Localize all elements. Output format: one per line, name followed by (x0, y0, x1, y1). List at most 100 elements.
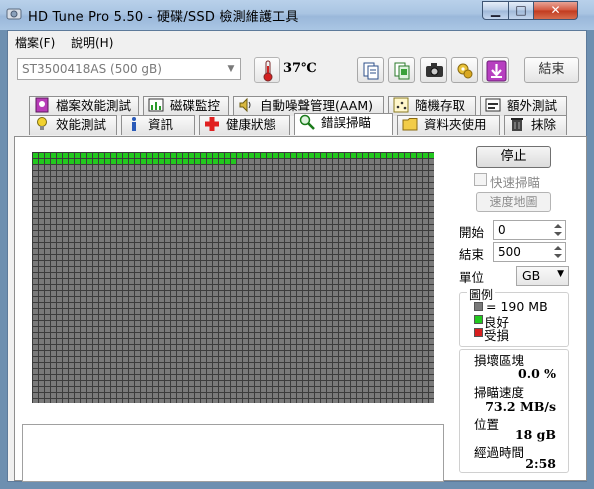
block-unscanned (165, 177, 170, 182)
block-unscanned (309, 309, 314, 314)
tab-extra-tests[interactable]: 額外測試 (480, 96, 567, 116)
tab-erase[interactable]: 抹除 (504, 115, 567, 135)
tab-info[interactable]: 資訊 (121, 115, 195, 135)
block-unscanned (393, 159, 398, 164)
block-unscanned (171, 171, 176, 176)
block-unscanned (63, 363, 68, 368)
speed-map-button[interactable]: 速度地圖 (476, 192, 551, 212)
block-unscanned (81, 171, 86, 176)
block-unscanned (303, 393, 308, 398)
quick-scan-checkbox[interactable] (474, 173, 487, 186)
menu-file[interactable]: 檔案(F) (15, 34, 55, 51)
block-unscanned (81, 213, 86, 218)
block-unscanned (381, 255, 386, 260)
block-unscanned (417, 261, 422, 266)
block-unscanned (129, 351, 134, 356)
tab-benchmark[interactable]: 效能測試 (29, 115, 117, 135)
block-unscanned (117, 183, 122, 188)
block-unscanned (45, 333, 50, 338)
exit-button[interactable]: 結束 (524, 57, 579, 83)
block-unscanned (183, 219, 188, 224)
block-unscanned (135, 399, 140, 403)
block-unscanned (189, 399, 194, 403)
block-unscanned (189, 207, 194, 212)
copy-screenshot-button[interactable] (388, 57, 415, 83)
save-button[interactable] (482, 57, 509, 83)
block-unscanned (279, 279, 284, 284)
block-unscanned (99, 381, 104, 386)
tab-random-access[interactable]: 隨機存取 (388, 96, 476, 116)
block-unscanned (315, 201, 320, 206)
tab-folder-usage[interactable]: 資料夾使用 (397, 115, 500, 135)
block-unscanned (333, 225, 338, 230)
chevron-down-icon[interactable]: ▼ (222, 59, 240, 79)
block-unscanned (201, 399, 206, 403)
block-unscanned (363, 231, 368, 236)
block-good (189, 159, 194, 164)
block-unscanned (327, 297, 332, 302)
block-unscanned (219, 393, 224, 398)
stop-button[interactable]: 停止 (476, 146, 551, 168)
block-unscanned (45, 321, 50, 326)
drive-select[interactable]: ST3500418AS (500 gB) (17, 58, 241, 80)
block-unscanned (429, 159, 434, 164)
thermometer-button[interactable] (254, 57, 280, 83)
close-button[interactable]: ✕ (533, 1, 578, 20)
block-unscanned (291, 369, 296, 374)
screenshot-button[interactable] (420, 57, 447, 83)
copy-text-button[interactable] (357, 57, 384, 83)
copy-text-icon (363, 62, 379, 80)
block-unscanned (165, 321, 170, 326)
block-unscanned (219, 267, 224, 272)
block-unscanned (63, 309, 68, 314)
block-unscanned (273, 261, 278, 266)
block-unscanned (357, 327, 362, 332)
block-unscanned (219, 339, 224, 344)
block-unscanned (171, 381, 176, 386)
block-unscanned (57, 393, 62, 398)
tab-label: 檔案效能測試 (56, 98, 132, 113)
options-button[interactable] (451, 57, 478, 83)
tab-error-scan[interactable]: 錯誤掃瞄 (294, 113, 393, 135)
block-unscanned (267, 165, 272, 170)
block-unscanned (297, 237, 302, 242)
block-unscanned (33, 345, 38, 350)
block-unscanned (75, 381, 80, 386)
block-unscanned (261, 207, 266, 212)
minimize-button[interactable]: ▁ (482, 1, 509, 20)
block-unscanned (369, 207, 374, 212)
block-unscanned (33, 285, 38, 290)
unit-select[interactable]: GB ▼ (516, 266, 569, 286)
block-unscanned (177, 315, 182, 320)
start-spinner-icon[interactable] (551, 221, 565, 239)
tab-health[interactable]: 健康狀態 (199, 115, 290, 135)
block-unscanned (237, 159, 242, 164)
block-unscanned (33, 303, 38, 308)
block-unscanned (87, 213, 92, 218)
block-unscanned (327, 207, 332, 212)
block-unscanned (177, 285, 182, 290)
block-unscanned (99, 285, 104, 290)
block-unscanned (333, 219, 338, 224)
tab-disk-monitor[interactable]: 磁碟監控 (143, 96, 229, 116)
block-unscanned (375, 195, 380, 200)
block-unscanned (351, 381, 356, 386)
block-unscanned (171, 297, 176, 302)
block-unscanned (423, 369, 428, 374)
end-spinner-icon[interactable] (551, 243, 565, 261)
block-unscanned (237, 387, 242, 392)
block-unscanned (411, 339, 416, 344)
block-unscanned (303, 345, 308, 350)
block-unscanned (249, 261, 254, 266)
block-unscanned (189, 195, 194, 200)
maximize-button[interactable]: □ (508, 1, 534, 20)
block-unscanned (417, 291, 422, 296)
block-unscanned (417, 267, 422, 272)
menu-help[interactable]: 說明(H) (71, 34, 113, 51)
block-unscanned (279, 381, 284, 386)
block-unscanned (351, 225, 356, 230)
block-unscanned (165, 237, 170, 242)
tab-file-benchmark[interactable]: 檔案效能測試 (29, 96, 139, 116)
block-unscanned (387, 243, 392, 248)
block-unscanned (45, 315, 50, 320)
